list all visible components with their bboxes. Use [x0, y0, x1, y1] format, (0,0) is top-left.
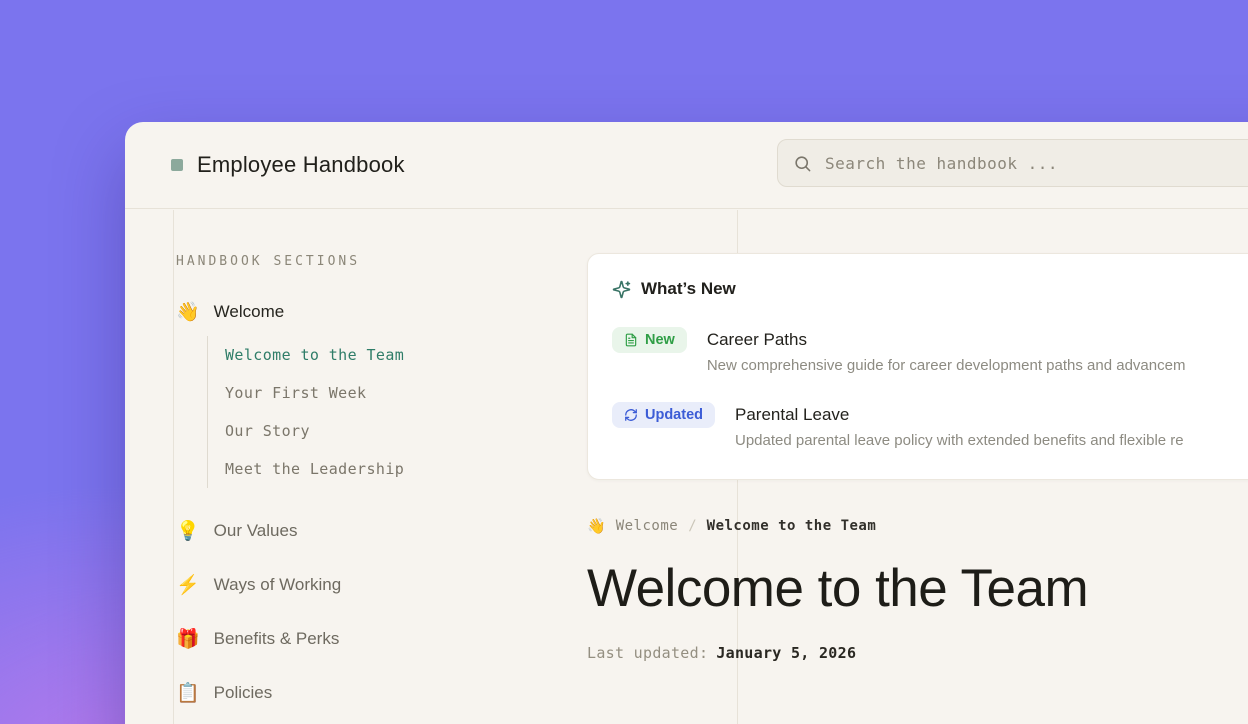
lightning-icon: ⚡: [176, 576, 200, 595]
whats-new-title: What’s New: [641, 279, 736, 299]
last-updated-value: January 5, 2026: [716, 644, 856, 662]
sidebar-subitem-welcome-to-the-team[interactable]: Welcome to the Team: [225, 336, 574, 374]
sidebar-item-policies[interactable]: 📋 Policies: [176, 682, 574, 704]
sidebar: HANDBOOK SECTIONS 👋 Welcome Welcome to t…: [174, 210, 574, 704]
sparkles-icon: [612, 280, 631, 299]
sidebar-item-our-values[interactable]: 💡 Our Values: [176, 520, 574, 542]
sidebar-subitem-meet-the-leadership[interactable]: Meet the Leadership: [225, 450, 574, 488]
whats-new-item-career-paths[interactable]: New Career Paths New comprehensive guide…: [612, 327, 1248, 374]
last-updated: Last updated: January 5, 2026: [587, 644, 1248, 662]
breadcrumb-separator: /: [688, 518, 696, 534]
breadcrumb-section-link[interactable]: Welcome: [616, 518, 679, 534]
last-updated-label: Last updated:: [587, 644, 708, 662]
clipboard-icon: 📋: [176, 684, 200, 703]
new-badge: New: [612, 327, 687, 353]
sidebar-item-label: Welcome: [214, 302, 285, 322]
handbook-window: Employee Handbook HANDBOOK SECTIONS 👋 We…: [125, 122, 1248, 724]
breadcrumb: 👋 Welcome / Welcome to the Team: [587, 518, 1248, 534]
refresh-icon: [624, 408, 638, 422]
sidebar-section-label: HANDBOOK SECTIONS: [176, 254, 574, 269]
file-text-icon: [624, 333, 638, 347]
updated-badge: Updated: [612, 402, 715, 428]
whats-new-panel: What’s New New Career Paths New comprehe…: [587, 253, 1248, 480]
sidebar-item-ways-of-working[interactable]: ⚡ Ways of Working: [176, 574, 574, 596]
sidebar-sublist-welcome: Welcome to the Team Your First Week Our …: [207, 336, 574, 488]
sidebar-item-label: Benefits & Perks: [214, 629, 340, 649]
whats-new-item-description: New comprehensive guide for career devel…: [707, 357, 1186, 374]
content-area: HANDBOOK SECTIONS 👋 Welcome Welcome to t…: [125, 210, 1248, 724]
whats-new-item-title: Parental Leave: [735, 405, 1184, 425]
main-content: What’s New New Career Paths New comprehe…: [587, 210, 1248, 662]
light-bulb-icon: 💡: [176, 522, 200, 541]
app-logo-icon: [171, 159, 183, 171]
page-background: { "app": { "title": "Employee Handbook" …: [0, 0, 1248, 724]
whats-new-item-description: Updated parental leave policy with exten…: [735, 432, 1184, 449]
waving-hand-icon: 👋: [176, 303, 200, 322]
gift-icon: 🎁: [176, 630, 200, 649]
sidebar-item-benefits-perks[interactable]: 🎁 Benefits & Perks: [176, 628, 574, 650]
waving-hand-icon: 👋: [587, 519, 606, 534]
search-input[interactable]: [825, 154, 1248, 173]
app-header: Employee Handbook: [125, 122, 1248, 209]
sidebar-item-label: Our Values: [214, 521, 298, 541]
whats-new-header: What’s New: [612, 279, 1248, 299]
search-icon: [793, 154, 812, 173]
sidebar-item-label: Ways of Working: [214, 575, 342, 595]
whats-new-item-title: Career Paths: [707, 330, 1186, 350]
breadcrumb-current-page: Welcome to the Team: [707, 518, 877, 534]
page-title: Welcome to the Team: [587, 560, 1248, 618]
sidebar-item-welcome[interactable]: 👋 Welcome: [176, 301, 574, 323]
whats-new-item-parental-leave[interactable]: Updated Parental Leave Updated parental …: [612, 402, 1248, 449]
sidebar-subitem-your-first-week[interactable]: Your First Week: [225, 374, 574, 412]
search-box[interactable]: [777, 139, 1248, 187]
app-title: Employee Handbook: [197, 152, 405, 178]
sidebar-subitem-our-story[interactable]: Our Story: [225, 412, 574, 450]
sidebar-item-label: Policies: [214, 683, 273, 703]
